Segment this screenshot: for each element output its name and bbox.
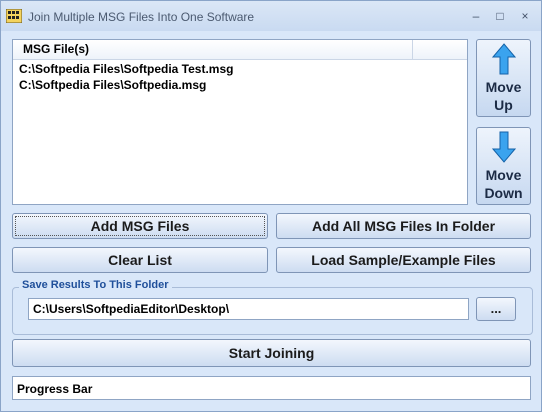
save-folder-group-label: Save Results To This Folder xyxy=(19,279,172,291)
start-joining-button[interactable]: Start Joining xyxy=(12,339,531,367)
load-sample-button[interactable]: Load Sample/Example Files xyxy=(276,247,531,273)
add-folder-button[interactable]: Add All MSG Files In Folder xyxy=(276,213,531,239)
move-down-label-line1: Move xyxy=(485,167,522,183)
progress-bar: Progress Bar xyxy=(12,376,531,400)
title-bar[interactable]: Join Multiple MSG Files Into One Softwar… xyxy=(1,1,541,31)
progress-bar-label: Progress Bar xyxy=(17,382,93,396)
minimize-button[interactable]: – xyxy=(465,7,487,25)
list-header: MSG File(s) xyxy=(13,40,467,60)
move-up-label-line1: Move xyxy=(485,79,522,95)
move-up-label-line2: Up xyxy=(494,97,513,113)
main-panel: MSG File(s) C:\Softpedia Files\Softpedia… xyxy=(1,31,541,411)
arrow-up-icon xyxy=(492,43,516,75)
window-title: Join Multiple MSG Files Into One Softwar… xyxy=(28,10,255,24)
arrow-down-icon xyxy=(492,131,516,163)
browse-button[interactable]: ... xyxy=(476,297,516,321)
move-down-label-line2: Down xyxy=(484,185,523,201)
list-item[interactable]: C:\Softpedia Files\Softpedia.msg xyxy=(19,78,206,92)
focus-rectangle xyxy=(15,216,265,236)
move-down-button[interactable]: Move Down xyxy=(476,127,531,205)
column-header-msg-files[interactable]: MSG File(s) xyxy=(13,40,413,59)
clear-list-button[interactable]: Clear List xyxy=(12,247,268,273)
app-window: Join Multiple MSG Files Into One Softwar… xyxy=(0,0,542,412)
list-item[interactable]: C:\Softpedia Files\Softpedia Test.msg xyxy=(19,62,233,76)
close-button[interactable]: × xyxy=(514,7,536,25)
output-folder-input[interactable] xyxy=(28,298,469,320)
maximize-button[interactable]: □ xyxy=(489,7,511,25)
add-msg-files-button[interactable]: Add MSG Files xyxy=(12,213,268,239)
app-icon xyxy=(6,9,22,23)
file-list[interactable]: MSG File(s) C:\Softpedia Files\Softpedia… xyxy=(12,39,468,205)
move-up-button[interactable]: Move Up xyxy=(476,39,531,117)
